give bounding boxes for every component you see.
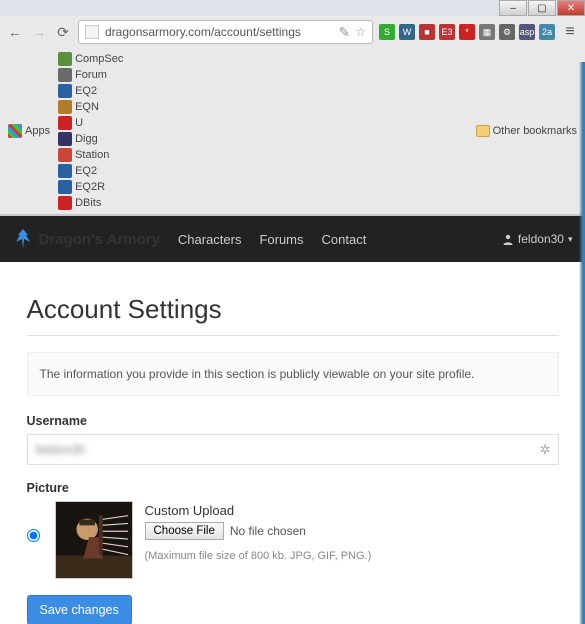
bookmark-icon: [58, 180, 72, 194]
upload-hint: (Maximum file size of 800 kb. JPG, GIF, …: [145, 550, 372, 562]
extension-icon[interactable]: ▦: [479, 24, 495, 40]
chrome-menu-icon[interactable]: ≡: [561, 23, 579, 41]
apps-icon: [8, 124, 22, 138]
choose-file-button[interactable]: Choose File: [145, 522, 224, 540]
extension-icon[interactable]: S: [379, 24, 395, 40]
divider: [27, 335, 559, 336]
nav-link[interactable]: Characters: [178, 232, 242, 247]
user-menu[interactable]: feldon30 ▾: [502, 232, 573, 246]
url-right-icons: ✎ ☆: [339, 24, 367, 41]
bookmark-icon: [58, 196, 72, 210]
bookmark-item[interactable]: EQ2: [56, 83, 125, 99]
bookmark-icon: [58, 148, 72, 162]
url-box[interactable]: dragonsarmory.com/account/settings ✎ ☆: [78, 20, 373, 44]
bookmark-item[interactable]: Digg: [56, 131, 125, 147]
bookmark-item[interactable]: DBits: [56, 195, 125, 211]
nav-link[interactable]: Forums: [259, 232, 303, 247]
apps-button[interactable]: Apps: [6, 123, 52, 139]
window-minimize[interactable]: –: [499, 0, 527, 16]
extension-icon[interactable]: W: [399, 24, 415, 40]
bookmark-icon: [58, 164, 72, 178]
star-icon[interactable]: ☆: [355, 25, 366, 39]
browser-chrome: – ▢ ✕ ← → ⟳ dragonsarmory.com/account/se…: [0, 0, 585, 215]
bookmark-item[interactable]: Station: [56, 147, 125, 163]
save-button[interactable]: Save changes: [27, 595, 132, 624]
upload-title: Custom Upload: [145, 503, 372, 518]
back-icon[interactable]: ←: [6, 23, 24, 41]
extension-icon[interactable]: ⚙: [499, 24, 515, 40]
extension-icon[interactable]: asp: [519, 24, 535, 40]
bookmark-item[interactable]: Forum: [56, 67, 125, 83]
file-status: No file chosen: [230, 524, 306, 538]
bookmark-icon: [58, 132, 72, 146]
extension-icon[interactable]: *: [459, 24, 475, 40]
bookmarks-bar: Apps CompSecForumEQ2EQNUDiggStationEQ2EQ…: [0, 48, 585, 214]
folder-icon: [476, 125, 490, 137]
user-menu-label: feldon30: [518, 232, 564, 246]
reload-icon[interactable]: ⟳: [54, 23, 72, 41]
window-controls: – ▢ ✕: [0, 0, 585, 16]
other-bookmarks[interactable]: Other bookmarks: [474, 124, 579, 138]
bookmark-item[interactable]: CompSec: [56, 51, 125, 67]
username-input[interactable]: feldon30: [27, 434, 559, 465]
brand-icon: [13, 228, 33, 250]
extension-icons: SW■E3*▦⚙asp2a: [379, 24, 555, 40]
bookmark-icon: [58, 100, 72, 114]
window-maximize[interactable]: ▢: [528, 0, 556, 16]
bookmark-icon: [58, 84, 72, 98]
extension-icon[interactable]: ■: [419, 24, 435, 40]
avatar: [55, 501, 133, 579]
bookmark-item[interactable]: U: [56, 115, 125, 131]
bookmark-icon: [58, 52, 72, 66]
user-icon: [502, 233, 514, 245]
bookmark-item[interactable]: EQN: [56, 99, 125, 115]
address-bar-row: ← → ⟳ dragonsarmory.com/account/settings…: [0, 16, 585, 48]
page-title: Account Settings: [27, 294, 559, 325]
bookmark-icon: [58, 68, 72, 82]
bookmark-item[interactable]: EQ2: [56, 163, 125, 179]
extension-icon[interactable]: 2a: [539, 24, 555, 40]
public-notice: The information you provide in this sect…: [27, 352, 559, 396]
picture-radio-custom[interactable]: [27, 529, 40, 542]
window-close[interactable]: ✕: [557, 0, 585, 16]
extension-icon[interactable]: E3: [439, 24, 455, 40]
page-viewport[interactable]: Dragon's Armory CharactersForumsContact …: [0, 215, 585, 624]
clear-input-icon[interactable]: ✲: [540, 442, 551, 458]
forward-icon[interactable]: →: [30, 23, 48, 41]
clipper-icon[interactable]: ✎: [339, 24, 351, 41]
url-text: dragonsarmory.com/account/settings: [105, 25, 333, 39]
bookmark-item[interactable]: EQ2R: [56, 179, 125, 195]
picture-label: Picture: [27, 481, 559, 495]
brand-title[interactable]: Dragon's Armory: [39, 231, 160, 248]
site-navbar: Dragon's Armory CharactersForumsContact …: [0, 216, 585, 262]
page-icon: [85, 25, 99, 39]
caret-down-icon: ▾: [568, 234, 573, 245]
bookmark-icon: [58, 116, 72, 130]
username-label: Username: [27, 414, 559, 428]
nav-link[interactable]: Contact: [322, 232, 367, 247]
